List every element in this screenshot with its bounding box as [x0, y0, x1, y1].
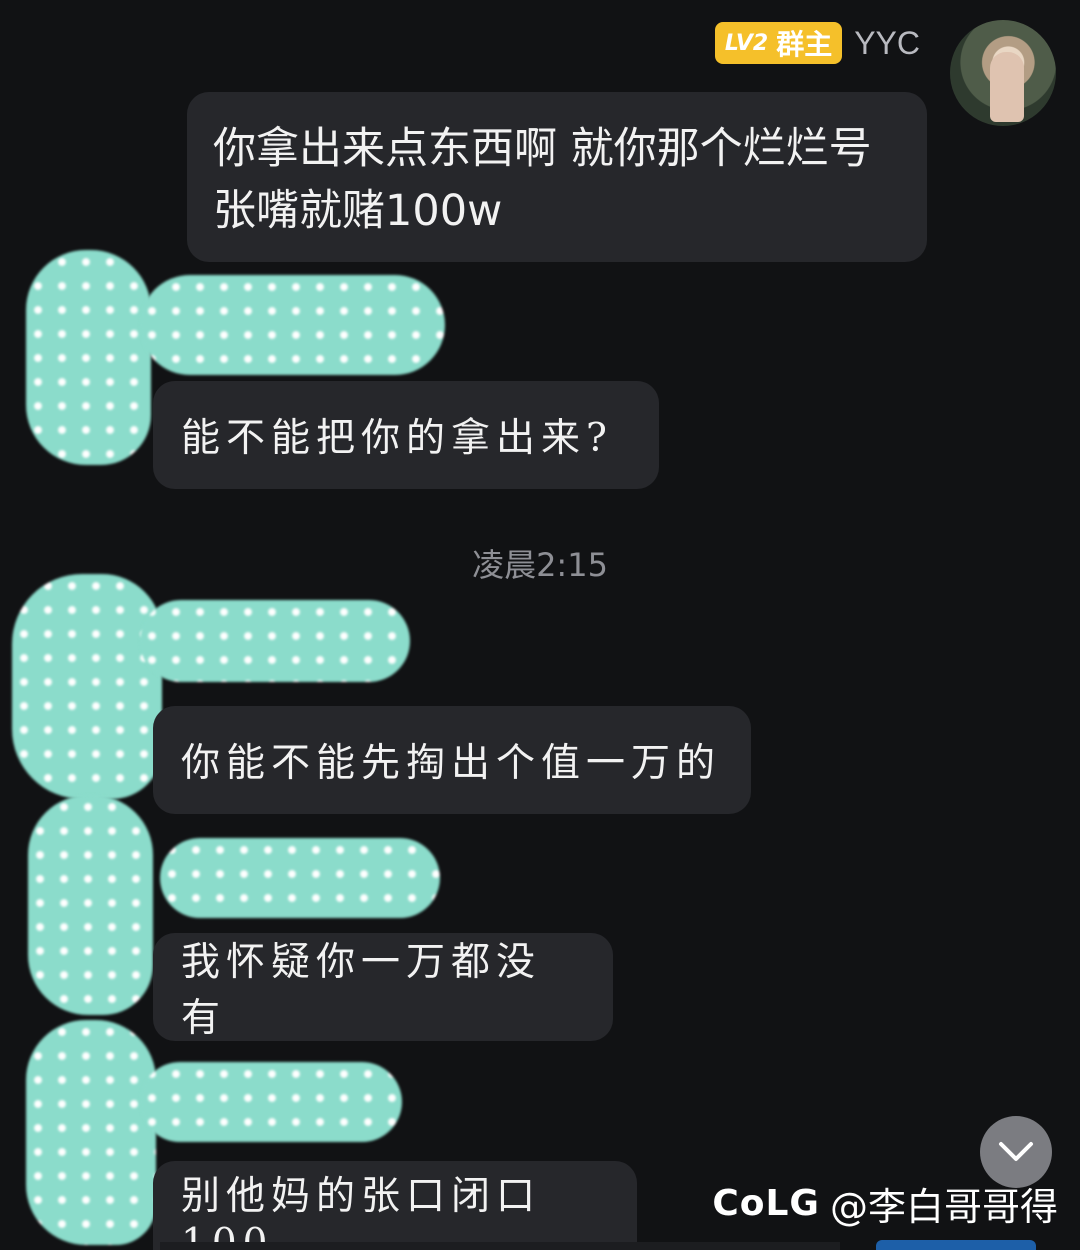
message-bubble-other[interactable]: 你能不能先掏出个值一万的 — [153, 706, 751, 814]
sender-header: LV2 群主 YYC — [714, 20, 920, 66]
redacted-name — [140, 1062, 402, 1142]
send-button-edge[interactable] — [876, 1240, 1036, 1250]
redacted-avatar — [26, 250, 151, 465]
watermark-logo: CoLG — [712, 1183, 820, 1224]
watermark: CoLG @李白哥哥得 — [712, 1176, 1058, 1231]
message-bubble-other[interactable]: 能不能把你的拿出来? — [153, 381, 659, 489]
avatar[interactable] — [950, 20, 1056, 126]
message-bubble-other[interactable]: 别他妈的张口闭口100 — [153, 1161, 637, 1250]
message-text: 别他妈的张口闭口100 — [181, 1173, 542, 1250]
redacted-name — [160, 838, 440, 918]
input-bar-edge — [160, 1242, 840, 1250]
timestamp: 凌晨2:15 — [472, 546, 608, 584]
message-text: 能不能把你的拿出来? — [181, 416, 613, 461]
avatar-figure — [990, 52, 1024, 122]
redacted-avatar — [26, 1020, 156, 1245]
watermark-handle: @李白哥哥得 — [829, 1185, 1058, 1229]
redacted-avatar — [28, 795, 153, 1015]
message-bubble-other[interactable]: 我怀疑你一万都没有 — [153, 933, 613, 1041]
message-text: 你能不能先掏出个值一万的 — [181, 741, 722, 786]
level-badge: LV2 群主 — [714, 22, 843, 64]
chevron-down-icon — [999, 1142, 1033, 1161]
redacted-name — [140, 275, 445, 375]
message-text: 我怀疑你一万都没有 — [181, 940, 542, 1041]
redacted-name — [140, 600, 410, 682]
redacted-avatar — [12, 574, 162, 799]
badge-level: LV2 — [724, 30, 769, 56]
message-bubble-self[interactable]: 你拿出来点东西啊 就你那个烂烂号 张嘴就赌100w — [187, 92, 927, 262]
badge-role: 群主 — [776, 28, 833, 61]
message-text: 你拿出来点东西啊 就你那个烂烂号 张嘴就赌100w — [213, 124, 872, 236]
chat-screen: LV2 群主 YYC 你拿出来点东西啊 就你那个烂烂号 张嘴就赌100w 能不能… — [0, 0, 1080, 1250]
sender-name[interactable]: YYC — [854, 25, 920, 62]
